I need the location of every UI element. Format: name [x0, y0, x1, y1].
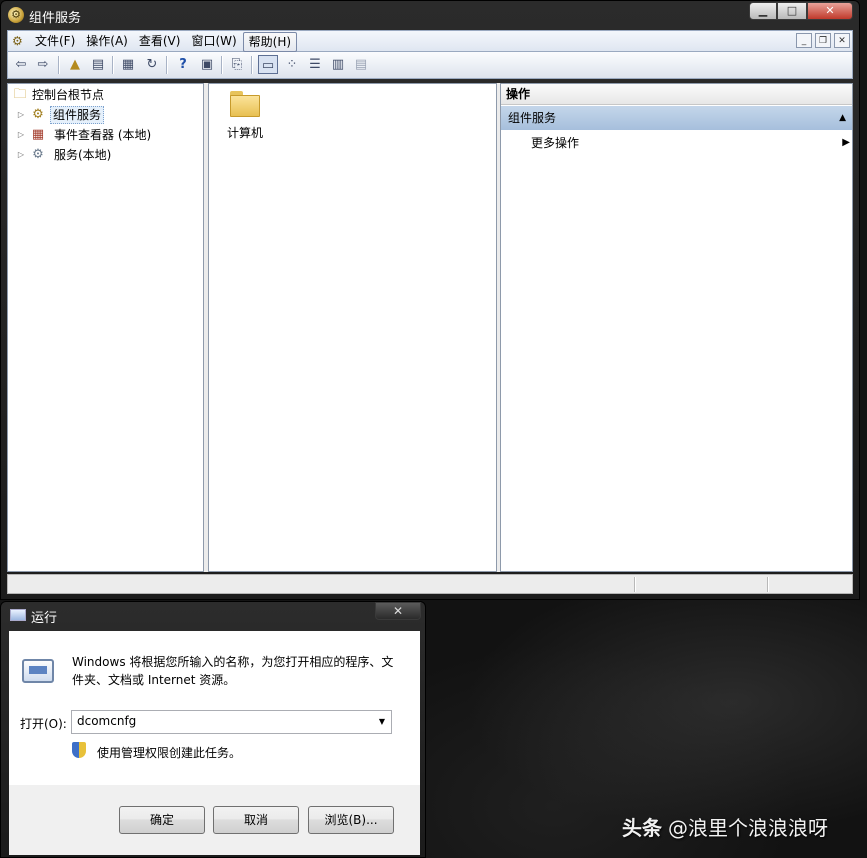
- run-dialog-title: 运行: [31, 611, 58, 626]
- watermark: 头条 @浪里个浪浪浪呀: [622, 812, 828, 841]
- run-dialog-body: Windows 将根据您所输入的名称，为您打开相应的程序、文件夹、文档或 Int…: [9, 631, 420, 855]
- menu-window[interactable]: 窗口(W): [186, 32, 241, 50]
- action-pane-icon[interactable]: ▣: [197, 55, 217, 74]
- menu-help[interactable]: 帮助(H): [242, 32, 298, 52]
- forward-icon[interactable]: ⇨: [33, 55, 53, 74]
- component-services-app-icon: ⚙: [8, 7, 24, 23]
- component-services-window: ⚙ 组件服务 ▁ □ ✕ ⚙ 文件(F) 操作(A) 查看(V) 窗口(W) 帮…: [0, 0, 860, 600]
- actions-pane: 操作 组件服务 ▲ 更多操作 ▶: [500, 83, 853, 572]
- menu-file[interactable]: 文件(F): [30, 32, 80, 50]
- services-icon: ⚙: [32, 147, 44, 162]
- open-combobox[interactable]: dcomcnfg ▼: [71, 710, 392, 734]
- child-restore-button[interactable]: ❐: [815, 33, 831, 48]
- watermark-handle: @浪里个浪浪浪呀: [668, 816, 828, 840]
- run-dialog: 运行 ✕ Windows 将根据您所输入的名称，为您打开相应的程序、文件夹、文档…: [0, 601, 426, 858]
- folder-icon: 🗀: [13, 87, 27, 102]
- folder-label: 计算机: [227, 126, 264, 140]
- large-icons-view[interactable]: ▭: [258, 55, 278, 74]
- actions-section-component-services[interactable]: 组件服务 ▲: [501, 106, 852, 130]
- admin-note: 使用管理权限创建此任务。: [97, 746, 242, 760]
- details-view[interactable]: ▥: [328, 55, 348, 74]
- dropdown-arrow-icon[interactable]: ▼: [375, 714, 389, 730]
- open-label: 打开(O):: [20, 717, 67, 731]
- toolbar: ⇦ ⇨ ▲ ▤ ▦ ↻ ? ▣ ⎘ ▭ ⁘ ☰ ▥ ▤: [7, 52, 853, 79]
- menu-view[interactable]: 查看(V): [134, 32, 186, 50]
- tree-item-label: 服务(本地): [54, 148, 112, 162]
- refresh-icon[interactable]: ↻: [142, 55, 162, 74]
- uac-shield-icon: [72, 742, 86, 758]
- open-input[interactable]: dcomcnfg: [77, 714, 136, 728]
- run-app-icon: [22, 659, 54, 683]
- menu-action[interactable]: 操作(A): [81, 32, 133, 50]
- status-bar: [7, 574, 853, 594]
- small-icons-view[interactable]: ⁘: [282, 55, 302, 74]
- console-tree: 🗀 控制台根节点 ▷ ⚙ 组件服务 ▷ ▦ 事件查看器 (本地) ▷ ⚙ 服务(…: [7, 83, 204, 572]
- delete-icon[interactable]: ⎘: [227, 55, 247, 74]
- ok-button[interactable]: 确定: [119, 806, 205, 834]
- tree-item-label: 事件查看器 (本地): [54, 128, 152, 142]
- results-pane: 计算机: [208, 83, 497, 572]
- minimize-button[interactable]: ▁: [749, 2, 777, 20]
- list-view[interactable]: ☰: [305, 55, 325, 74]
- run-close-button[interactable]: ✕: [375, 602, 421, 620]
- component-services-icon: ⚙: [32, 107, 44, 122]
- folder-icon: [230, 91, 262, 117]
- help-icon[interactable]: ?: [173, 55, 193, 74]
- window-title: 组件服务: [29, 11, 82, 26]
- run-app-small-icon: [10, 609, 26, 621]
- properties-icon[interactable]: ▦: [118, 55, 138, 74]
- more-actions-label: 更多操作: [531, 136, 580, 150]
- child-close-button[interactable]: ✕: [834, 33, 850, 48]
- expand-arrow-icon[interactable]: ▷: [16, 146, 26, 164]
- actions-header: 操作: [501, 84, 852, 105]
- watermark-brand: 头条: [622, 816, 662, 840]
- close-button[interactable]: ✕: [807, 2, 853, 20]
- submenu-arrow-icon: ▶: [842, 137, 850, 148]
- expand-arrow-icon[interactable]: ▷: [16, 106, 26, 124]
- expand-arrow-icon[interactable]: ▷: [16, 126, 26, 144]
- tree-item-label: 组件服务: [50, 106, 105, 124]
- mmc-system-menu-icon[interactable]: ⚙: [12, 34, 23, 48]
- tree-root-label: 控制台根节点: [32, 88, 105, 102]
- collapse-arrow-icon[interactable]: ▲: [839, 106, 846, 130]
- title-bar[interactable]: ⚙ 组件服务 ▁ □ ✕: [1, 1, 859, 29]
- more-actions-item[interactable]: 更多操作 ▶: [531, 132, 850, 154]
- up-folder-icon[interactable]: ▲: [65, 55, 85, 74]
- actions-section-label: 组件服务: [508, 111, 557, 125]
- show-hide-tree-icon[interactable]: ▤: [88, 55, 108, 74]
- browse-button[interactable]: 浏览(B)...: [308, 806, 394, 834]
- maximize-button[interactable]: □: [777, 2, 807, 20]
- configure-icon[interactable]: ▤: [351, 55, 371, 74]
- back-icon[interactable]: ⇦: [11, 55, 31, 74]
- run-description: Windows 将根据您所输入的名称，为您打开相应的程序、文件夹、文档或 Int…: [72, 655, 394, 687]
- child-minimize-button[interactable]: _: [796, 33, 812, 48]
- cancel-button[interactable]: 取消: [213, 806, 299, 834]
- event-viewer-icon: ▦: [31, 127, 45, 142]
- mmc-client-area: 🗀 控制台根节点 ▷ ⚙ 组件服务 ▷ ▦ 事件查看器 (本地) ▷ ⚙ 服务(…: [7, 83, 853, 572]
- menu-bar: ⚙ 文件(F) 操作(A) 查看(V) 窗口(W) 帮助(H) _ ❐ ✕: [7, 30, 853, 52]
